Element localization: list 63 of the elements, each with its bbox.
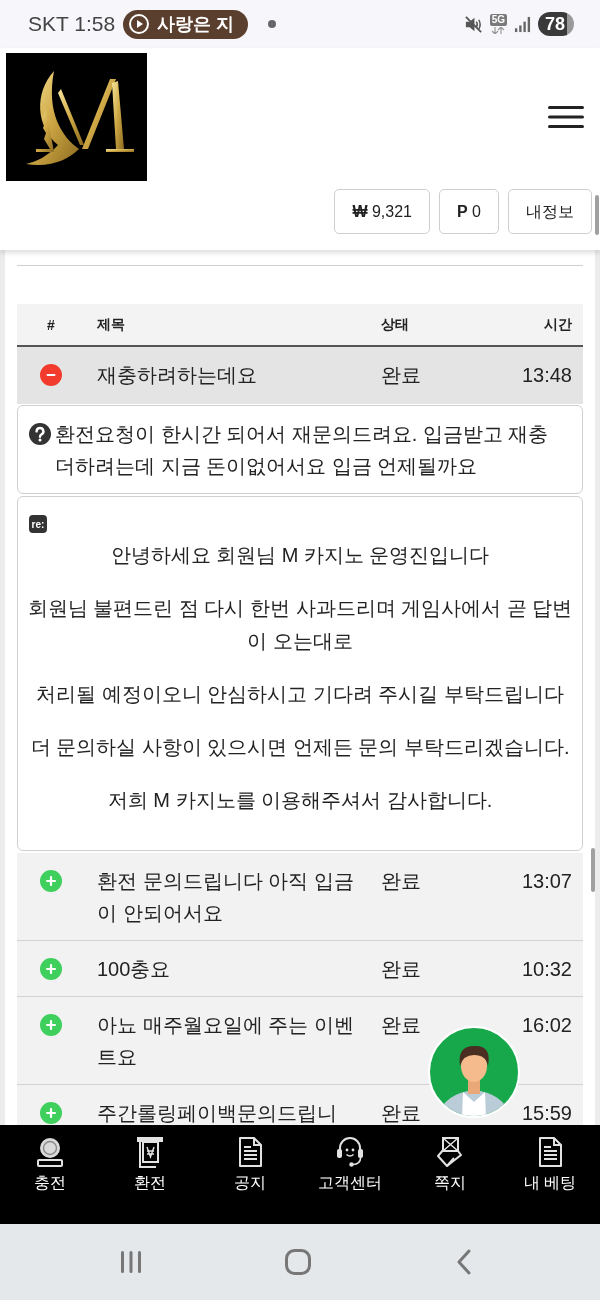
coin-icon: [34, 1136, 66, 1168]
answer-text: 저희 M 카지노를 이용해주셔서 감사합니다.: [106, 788, 494, 813]
bottom-nav-item[interactable]: 고객센터: [318, 1125, 382, 1193]
column-header: #: [47, 316, 55, 333]
status-time: SKT 1:58: [28, 12, 116, 36]
status-text: 완료: [381, 957, 421, 982]
mute-icon: [463, 14, 483, 34]
chat-avatar-overlay[interactable]: [428, 1026, 520, 1118]
column-header: 상태: [381, 315, 409, 334]
home-icon[interactable]: [285, 1249, 311, 1275]
bottom-nav-item[interactable]: 쪽지: [434, 1125, 466, 1193]
answer-text: 회원님 불편드린 점 다시 한번 사과드리며 게임사에서 곧 답변이 오는대로: [26, 596, 574, 654]
column-header: 시간: [544, 315, 572, 334]
inquiry-title: 환전 문의드립니다 아직 입금이 안되어서요: [97, 869, 355, 926]
menu-icon[interactable]: [548, 106, 584, 128]
notification-dot-icon: [268, 20, 277, 28]
logo-icon[interactable]: [6, 53, 147, 181]
column-header: 제목: [97, 315, 125, 334]
signal-icon: [513, 15, 531, 33]
plus-circle-icon[interactable]: [40, 1102, 62, 1124]
inquiry-title: 아뇨 매주월요일에 주는 이벤트요: [97, 1013, 355, 1070]
bottom-nav-item[interactable]: 내 베팅: [523, 1125, 577, 1193]
media-chip[interactable]: 사랑은 지: [123, 9, 249, 39]
answer-text: 더 문의하실 사항이 있으시면 언제든 문의 부탁드리겠습니다.: [29, 735, 571, 760]
bottom-nav-item[interactable]: 환전: [134, 1125, 166, 1193]
status-text: 완료: [381, 363, 421, 388]
minus-circle-icon[interactable]: [40, 364, 62, 386]
headset-icon: [334, 1136, 366, 1168]
time-text: 16:02: [521, 1013, 572, 1038]
balance-button[interactable]: ₩ 9,321: [334, 189, 430, 234]
time-text: 10:32: [521, 957, 572, 982]
status-text: 완료: [381, 1101, 421, 1125]
inquiry-row[interactable]: 재충하려하는데요 완료 13:48: [17, 347, 583, 404]
cash-slip-icon: [134, 1136, 166, 1168]
time-text: 13:48: [521, 363, 572, 388]
time-text: 13:07: [521, 869, 572, 894]
answer-text: 처리될 예정이오니 안심하시고 기다려 주시길 부탁드립니다: [35, 682, 565, 707]
battery-percentage: 78: [537, 12, 574, 36]
inquiry-row[interactable]: 환전 문의드립니다 아직 입금이 안되어서요 완료 13:07: [17, 853, 583, 941]
my-info-button[interactable]: 내정보: [508, 189, 592, 234]
points-button[interactable]: P 0: [439, 189, 499, 234]
bottom-nav-item[interactable]: 충전: [34, 1125, 66, 1193]
recents-icon[interactable]: [118, 1249, 144, 1275]
answer-text: 안녕하세요 회원님 M 카지노 운영진입니다: [109, 543, 491, 568]
inquiry-title: 100충요: [97, 957, 171, 982]
data-arrows-icon: [490, 27, 507, 34]
question-text: 환전요청이 한시간 되어서 재문의드려요. 입금받고 재충더하려는데 지금 돈이없어서요 입금 언제될까요: [55, 422, 550, 479]
plus-circle-icon[interactable]: [40, 1014, 62, 1036]
scrollbar-thumb[interactable]: [591, 848, 595, 892]
inquiry-row[interactable]: 100충요 완료 10:32: [17, 941, 583, 997]
play-icon: [129, 14, 150, 34]
plus-circle-icon[interactable]: [40, 958, 62, 980]
status-text: 완료: [381, 869, 421, 894]
scrollbar-thumb[interactable]: [595, 195, 599, 235]
status-text: 완료: [381, 1013, 421, 1038]
network-type-label: 5G: [489, 14, 507, 26]
inquiry-title: 주간롤링페이백문의드립니: [97, 1101, 337, 1125]
help-icon: [29, 423, 51, 445]
plus-circle-icon[interactable]: [40, 870, 62, 892]
reply-badge: re:: [29, 515, 47, 533]
time-text: 15:59: [521, 1101, 572, 1125]
bottom-nav-item[interactable]: 공지: [234, 1125, 266, 1193]
inquiry-title: 재충하려하는데요: [97, 363, 257, 388]
